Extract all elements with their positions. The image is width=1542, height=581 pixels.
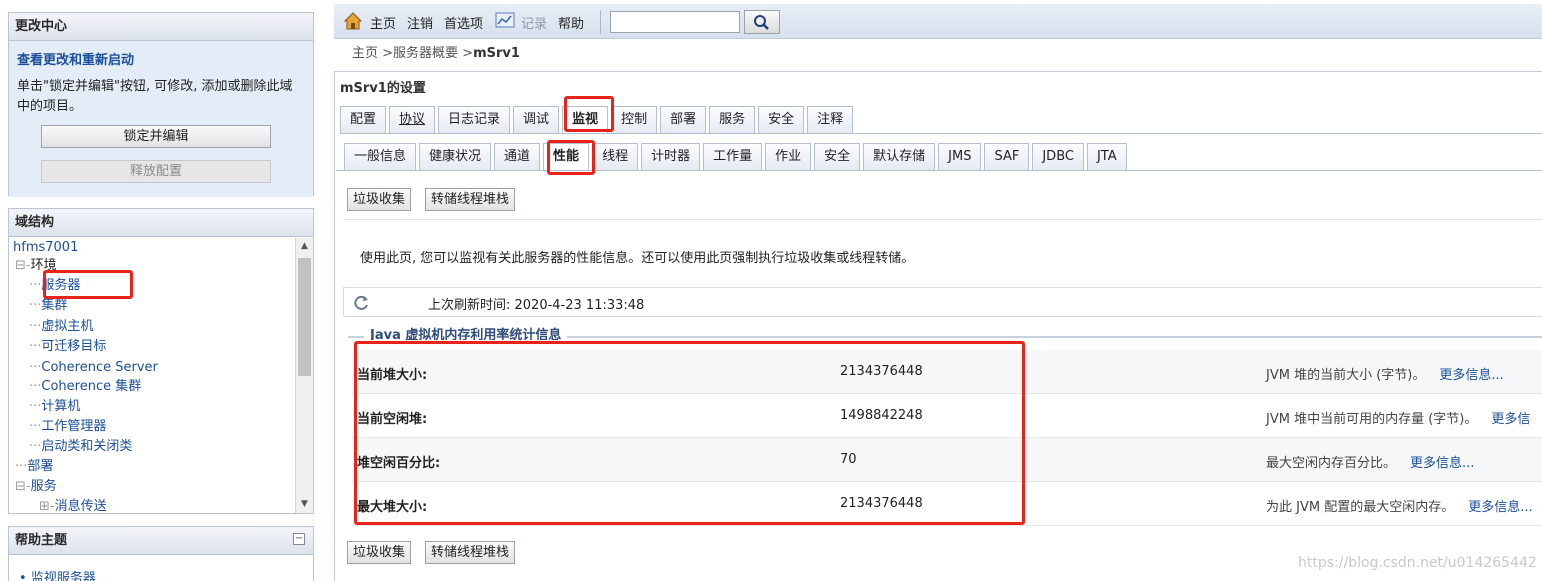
- last-refresh-time: 上次刷新时间: 2020-4-23 11:33:48: [428, 298, 645, 313]
- tree-item-machines[interactable]: ···计算机: [29, 397, 80, 417]
- page-title: mSrv1的设置: [340, 81, 426, 96]
- more-info-link[interactable]: 更多信息...: [1410, 456, 1474, 471]
- dump-thread-stacks-button-top[interactable]: 转储线程堆栈: [425, 188, 516, 211]
- row-description: 为此 JVM 配置的最大空闲内存。 更多信息...: [1266, 500, 1533, 515]
- help-link[interactable]: 帮助: [558, 13, 584, 32]
- change-center-panel: 更改中心 查看更改和重新启动 单击"锁定并编辑"按钮, 可修改, 添加或删除此域…: [8, 12, 314, 197]
- highlight-monitoring-tab: [564, 96, 614, 132]
- tab-default-store[interactable]: 默认存储: [863, 143, 936, 170]
- search-button[interactable]: [744, 10, 780, 34]
- preferences-link[interactable]: 首选项: [444, 13, 483, 32]
- view-changes-link[interactable]: 查看更改和重新启动: [9, 41, 313, 73]
- scroll-thumb[interactable]: [298, 258, 311, 376]
- tab-sub-security[interactable]: 安全: [814, 143, 861, 170]
- tree-item-services[interactable]: ⊟-服务: [15, 477, 57, 497]
- domain-structure-title: 域结构: [9, 209, 313, 237]
- sub-tabs: 一般信息 健康状况 通道 性能 线程 计时器 工作量 作业 安全 默认存储 JM…: [344, 143, 1130, 170]
- tab-jobs[interactable]: 作业: [765, 143, 812, 170]
- highlight-performance-tab: [547, 140, 595, 175]
- more-info-link[interactable]: 更多信: [1491, 412, 1530, 427]
- row-description: JVM 堆的当前大小 (字节)。 更多信息...: [1266, 368, 1504, 383]
- tree-item-clusters[interactable]: ···集群: [29, 296, 67, 316]
- action-divider: [343, 219, 1542, 220]
- scroll-up-arrow-icon[interactable]: ▲: [296, 238, 313, 255]
- release-configuration-button[interactable]: 释放配置: [41, 160, 271, 183]
- tab-jta[interactable]: JTA: [1086, 143, 1127, 170]
- tab-security[interactable]: 安全: [758, 106, 805, 133]
- more-info-link[interactable]: 更多信息...: [1468, 500, 1532, 515]
- tab-channels[interactable]: 通道: [494, 143, 541, 170]
- tab-services[interactable]: 服务: [709, 106, 756, 133]
- row-description: JVM 堆中当前可用的内存量 (字节)。 更多信: [1266, 412, 1531, 427]
- record-link: 记录: [521, 17, 548, 32]
- tab-timers[interactable]: 计时器: [641, 143, 701, 170]
- tab-debug[interactable]: 调试: [513, 106, 560, 133]
- tab-notes[interactable]: 注释: [807, 106, 854, 133]
- tab-deployments[interactable]: 部署: [660, 106, 707, 133]
- tab-logging[interactable]: 日志记录: [438, 106, 511, 133]
- watermark: https://blog.csdn.net/u014265442: [1298, 555, 1537, 571]
- search-icon: [754, 15, 769, 30]
- tree-item-startup-shutdown-classes[interactable]: ···启动类和关闭类: [29, 437, 132, 457]
- highlight-jvm-stats: [354, 341, 1025, 525]
- dump-thread-stacks-button-bottom[interactable]: 转储线程堆栈: [425, 541, 516, 564]
- help-item-monitor-servers[interactable]: • 监视服务器: [19, 567, 96, 581]
- refresh-bar: 上次刷新时间: 2020-4-23 11:33:48: [343, 287, 1542, 317]
- garbage-collect-button-bottom[interactable]: 垃圾收集: [347, 541, 412, 564]
- tree-scrollbar[interactable]: ▲ ▼: [295, 238, 313, 513]
- tab-general[interactable]: 一般信息: [344, 143, 417, 170]
- breadcrumb-path[interactable]: 主页 >服务器概要 >: [352, 46, 473, 61]
- tree-item-work-managers[interactable]: ···工作管理器: [29, 417, 106, 437]
- tab-configuration[interactable]: 配置: [340, 106, 387, 133]
- domain-structure-panel: 域结构 hfms7001 ⊟-环境 ···服务器 ···集群 ···虚拟主机 ·…: [8, 208, 314, 514]
- tree-item-coherence-server[interactable]: ···Coherence Server: [29, 358, 158, 378]
- tree-item-virtual-hosts[interactable]: ···虚拟主机: [29, 317, 93, 337]
- top-toolbar: 主页 注销 首选项 记录 帮助: [334, 4, 1542, 39]
- lock-and-edit-button[interactable]: 锁定并编辑: [41, 125, 271, 148]
- garbage-collect-button-top[interactable]: 垃圾收集: [347, 188, 412, 211]
- main-tabs-baseline: [340, 133, 1542, 134]
- tab-saf[interactable]: SAF: [984, 143, 1030, 170]
- help-topics-title: 帮助主题: [9, 527, 313, 555]
- more-info-link[interactable]: 更多信息...: [1439, 368, 1503, 383]
- logout-link[interactable]: 注销: [407, 13, 433, 32]
- scroll-down-arrow-icon[interactable]: ▼: [296, 496, 313, 513]
- home-icon[interactable]: [344, 12, 362, 30]
- change-center-description: 单击"锁定并编辑"按钮, 可修改, 添加或删除此域中的项目。: [9, 73, 313, 121]
- jvm-section-legend: Java 虚拟机内存利用率统计信息: [364, 326, 568, 340]
- tree-item-deployments[interactable]: ···部署: [15, 457, 53, 477]
- home-link[interactable]: 主页: [370, 13, 396, 32]
- highlight-servers: [43, 270, 133, 299]
- record-icon: [495, 12, 515, 28]
- tab-jms[interactable]: JMS: [938, 143, 982, 170]
- refresh-icon[interactable]: [352, 294, 370, 312]
- breadcrumb-current: mSrv1: [473, 46, 520, 61]
- tab-threads[interactable]: 线程: [592, 143, 639, 170]
- tab-health[interactable]: 健康状况: [419, 143, 492, 170]
- search-input[interactable]: [610, 11, 740, 33]
- breadcrumb: 主页 >服务器概要 >mSrv1: [352, 42, 520, 61]
- tab-protocols[interactable]: 协议: [389, 106, 436, 133]
- tree-item-root[interactable]: hfms7001: [13, 238, 78, 258]
- tab-jdbc[interactable]: JDBC: [1032, 143, 1084, 170]
- tree-item-coherence-cluster[interactable]: ···Coherence 集群: [29, 377, 141, 397]
- change-center-title: 更改中心: [9, 13, 313, 41]
- collapse-icon[interactable]: −: [293, 533, 305, 545]
- intro-text: 使用此页, 您可以监视有关此服务器的性能信息。还可以使用此页强制执行垃圾收集或线…: [360, 251, 915, 266]
- row-description: 最大空闲内存百分比。 更多信息...: [1266, 456, 1475, 471]
- toolbar-separator: [600, 10, 601, 34]
- tab-workload[interactable]: 工作量: [703, 143, 763, 170]
- tree-item-messaging[interactable]: ⊞-消息传送: [39, 497, 107, 513]
- sub-tabs-baseline: [336, 170, 1542, 171]
- tab-control[interactable]: 控制: [611, 106, 658, 133]
- tree-item-migratable-targets[interactable]: ···可迁移目标: [29, 337, 106, 357]
- help-topics-panel: 帮助主题 − • 监视服务器: [8, 526, 314, 581]
